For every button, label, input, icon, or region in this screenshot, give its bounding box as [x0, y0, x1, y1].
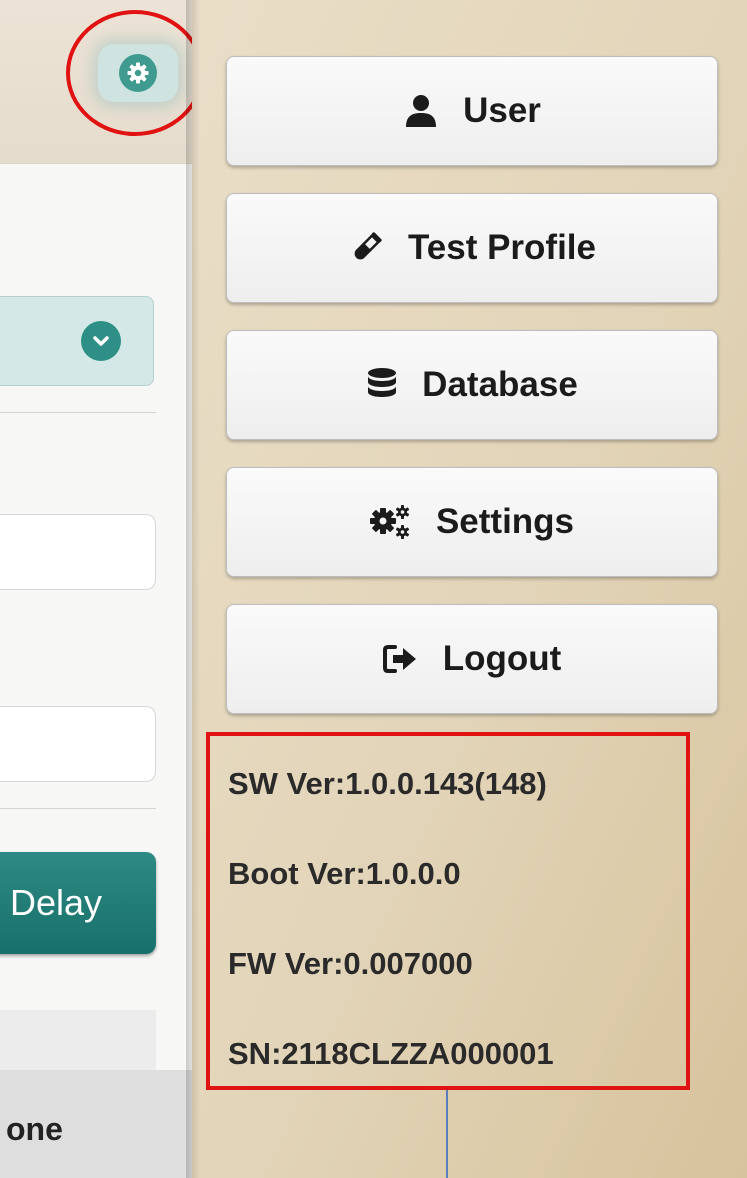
gears-icon: [369, 504, 412, 540]
database-icon: [366, 367, 398, 403]
grey-panel: [0, 1010, 156, 1070]
menu-item-label: Logout: [442, 639, 562, 678]
menu-item-label: Test Profile: [407, 228, 596, 267]
menu-item-logout[interactable]: Logout: [226, 604, 718, 714]
menu-item-settings[interactable]: Settings: [226, 467, 718, 577]
boot-version: Boot Ver:1.0.0.0: [228, 856, 461, 891]
divider: [0, 412, 156, 413]
chevron-down-icon: [81, 321, 121, 361]
menu-item-database[interactable]: Database: [226, 330, 718, 440]
delay-button-label: Delay: [10, 882, 103, 923]
annotation-line: [446, 1090, 448, 1178]
input-field-2[interactable]: [0, 706, 156, 782]
menu-item-label: User: [463, 91, 541, 130]
menu-item-user[interactable]: User: [226, 56, 718, 166]
user-icon: [403, 93, 439, 129]
profile-dropdown[interactable]: [0, 296, 154, 386]
divider: [0, 808, 156, 809]
version-info-box: SW Ver:1.0.0.143(148) Boot Ver:1.0.0.0 F…: [206, 732, 690, 1090]
menu-item-label: Settings: [435, 502, 575, 541]
logout-icon: [382, 644, 419, 674]
input-field-1[interactable]: [0, 514, 156, 590]
menu-item-test-profile[interactable]: Test Profile: [226, 193, 718, 303]
bottom-bar-label: one: [6, 1111, 63, 1147]
sw-version: SW Ver:1.0.0.143(148): [228, 766, 547, 801]
serial-number: SN:2118CLZZA000001: [228, 1036, 554, 1071]
menu-shadow: [186, 0, 200, 1178]
menu-item-label: Database: [422, 365, 578, 404]
highlight-circle: [66, 10, 192, 136]
main-panel: Delay one: [0, 0, 192, 1178]
delay-button[interactable]: Delay: [0, 852, 156, 954]
test-tube-icon: [348, 230, 384, 266]
fw-version: FW Ver:0.007000: [228, 946, 473, 981]
